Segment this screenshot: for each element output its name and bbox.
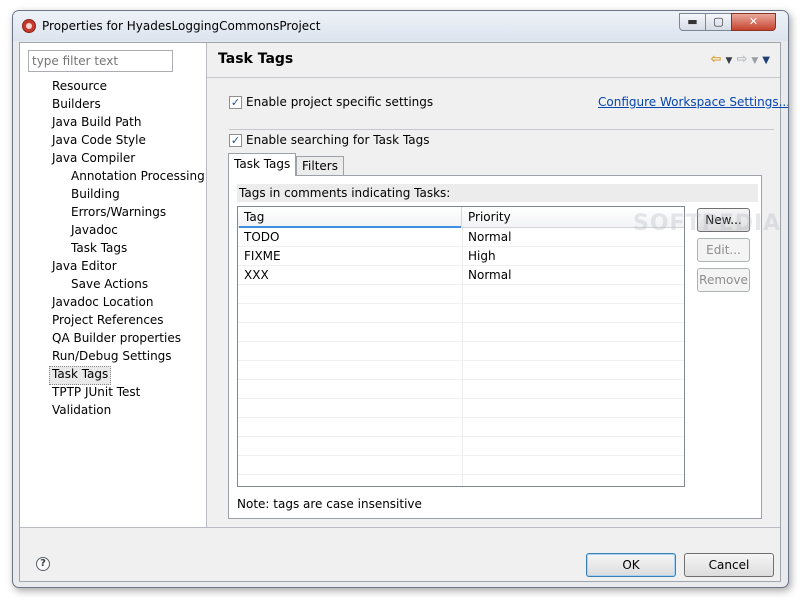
table-row[interactable] <box>238 323 684 342</box>
window-title: Properties for HyadesLoggingCommonsProje… <box>42 19 321 33</box>
table-row[interactable] <box>238 456 684 475</box>
ok-button[interactable]: OK <box>586 553 676 577</box>
table-row[interactable] <box>238 418 684 437</box>
tag-cell: XXX <box>244 268 269 282</box>
tree-item[interactable]: Java Compiler <box>52 150 135 167</box>
table-row[interactable] <box>238 399 684 418</box>
enable-project-label: Enable project specific settings <box>246 95 434 109</box>
tab-task-tags[interactable]: Task Tags <box>228 153 297 176</box>
tree-item[interactable]: TPTP JUnit Test <box>52 384 140 401</box>
close-button[interactable]: ✕ <box>731 13 776 31</box>
tree-item[interactable]: Task Tags <box>49 366 112 385</box>
arrow-forward-icon[interactable]: ⇨ <box>736 52 747 67</box>
footer-separator <box>20 527 780 528</box>
tree-item[interactable]: Building <box>71 186 120 203</box>
column-header-tag[interactable]: Tag <box>238 207 462 228</box>
header-separator <box>207 77 780 78</box>
app-icon <box>22 19 36 33</box>
page-title: Task Tags <box>218 51 294 67</box>
table-row[interactable] <box>238 380 684 399</box>
title-bar[interactable]: Properties for HyadesLoggingCommonsProje… <box>13 11 788 41</box>
tree-item[interactable]: Project References <box>52 312 164 329</box>
enable-searching-checkbox[interactable]: ✓ <box>229 134 242 147</box>
history-navigation: ⇦ ▼ ⇨ ▼ ▼ <box>707 52 770 68</box>
dialog-client-area: ResourceBuildersJava Build PathJava Code… <box>19 42 788 582</box>
help-icon[interactable]: ? <box>36 557 50 571</box>
tag-cell: TODO <box>244 230 280 244</box>
tree-item[interactable]: Save Actions <box>71 276 148 293</box>
tags-description: Tags in comments indicating Tasks: <box>237 184 758 202</box>
tree-item[interactable]: Javadoc Location <box>52 294 153 311</box>
tag-cell: FIXME <box>244 249 281 263</box>
tree-item[interactable]: Run/Debug Settings <box>52 348 172 365</box>
priority-cell: High <box>468 249 496 263</box>
table-row[interactable] <box>238 304 684 323</box>
priority-cell: Normal <box>468 230 512 244</box>
tree-item[interactable]: Java Code Style <box>52 132 146 149</box>
table-row[interactable]: XXX Normal <box>238 266 684 285</box>
table-row[interactable] <box>238 342 684 361</box>
tree-item[interactable]: Java Build Path <box>52 114 141 131</box>
table-row[interactable]: FIXME High <box>238 247 684 266</box>
minimize-button[interactable]: ▬ <box>679 13 706 31</box>
case-note: Note: tags are case insensitive <box>237 497 422 511</box>
tree-item[interactable]: Validation <box>52 402 111 419</box>
configure-workspace-link[interactable]: Configure Workspace Settings... <box>598 95 788 109</box>
table-row[interactable] <box>238 285 684 304</box>
table-row[interactable] <box>238 475 684 486</box>
task-tags-table[interactable]: Tag Priority TODO Normal FIXME High XXX Norma… <box>237 206 685 487</box>
table-row[interactable] <box>238 361 684 380</box>
tree-item[interactable]: Javadoc <box>71 222 118 239</box>
priority-cell: Normal <box>468 268 512 282</box>
property-page: Task Tags ⇦ ▼ ⇨ ▼ ▼ ✓ Enable project specifi… <box>207 43 788 527</box>
task-tags-panel: Tags in comments indicating Tasks: Tag P… <box>228 175 762 519</box>
tab-filters[interactable]: Filters <box>296 156 344 176</box>
filter-input[interactable] <box>28 50 173 72</box>
back-dropdown-icon[interactable]: ▼ <box>726 56 733 66</box>
new-button[interactable]: New... <box>697 208 750 232</box>
tree-item[interactable]: QA Builder properties <box>52 330 181 347</box>
cancel-button[interactable]: Cancel <box>684 553 774 577</box>
tree-item[interactable]: Annotation Processing <box>71 168 205 185</box>
view-menu-icon[interactable]: ▼ <box>762 55 770 66</box>
enable-searching-label: Enable searching for Task Tags <box>246 133 430 147</box>
navigation-pane: ResourceBuildersJava Build PathJava Code… <box>20 43 207 527</box>
section-separator <box>229 129 774 130</box>
edit-button[interactable]: Edit... <box>697 238 750 262</box>
tree-item[interactable]: Builders <box>52 96 101 113</box>
enable-project-checkbox[interactable]: ✓ <box>229 96 242 109</box>
remove-button[interactable]: Remove <box>697 268 750 292</box>
tree-item[interactable]: Task Tags <box>71 240 127 257</box>
tree-item[interactable]: Java Editor <box>52 258 117 275</box>
properties-dialog: Properties for HyadesLoggingCommonsProje… <box>12 10 789 588</box>
tree-item[interactable]: Resource <box>52 78 107 95</box>
table-row[interactable]: TODO Normal <box>238 228 684 247</box>
tree-item[interactable]: Errors/Warnings <box>71 204 166 221</box>
maximize-button[interactable]: ▢ <box>705 13 732 31</box>
arrow-back-icon[interactable]: ⇦ <box>711 52 722 67</box>
table-row[interactable] <box>238 437 684 456</box>
forward-dropdown-icon[interactable]: ▼ <box>751 56 758 66</box>
column-header-priority[interactable]: Priority <box>462 207 684 228</box>
